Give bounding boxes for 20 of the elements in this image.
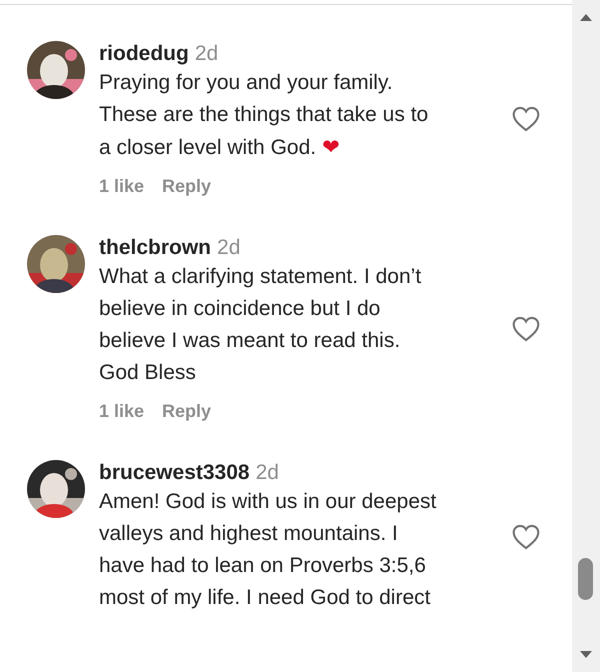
heart-icon[interactable] — [512, 106, 540, 132]
like-count[interactable]: 1 like — [99, 176, 144, 197]
scroll-down-icon[interactable] — [578, 650, 594, 660]
comment-text: Praying for you and your family. These are the things that take us to a closer level with God. ❤ — [99, 71, 428, 159]
heart-icon[interactable] — [512, 524, 540, 550]
username[interactable]: thelcbrown — [99, 235, 212, 261]
comment-text: What a clarifying statement. I don’t believe in coincidence but I do believe I was meant to read this. God Bless — [99, 265, 422, 384]
timestamp: 2d — [194, 41, 218, 67]
reply-link[interactable]: Reply — [162, 176, 212, 197]
scrollbar[interactable] — [572, 0, 600, 672]
username[interactable]: riodedug — [99, 41, 189, 67]
scroll-thumb[interactable] — [578, 558, 593, 600]
comment-text: Amen! God is with us in our deepest valleys and highest mountains. I have had to lean on Proverbs 3:5,6 most of my life. I need God to direct — [99, 490, 436, 609]
timestamp: 2d — [256, 460, 279, 486]
reply-link[interactable]: Reply — [162, 401, 212, 422]
scroll-up-icon[interactable] — [578, 12, 594, 22]
username[interactable]: brucewest3308 — [99, 460, 250, 486]
timestamp: 2d — [217, 235, 240, 261]
heart-icon[interactable] — [512, 316, 540, 342]
like-count[interactable]: 1 like — [99, 401, 144, 422]
